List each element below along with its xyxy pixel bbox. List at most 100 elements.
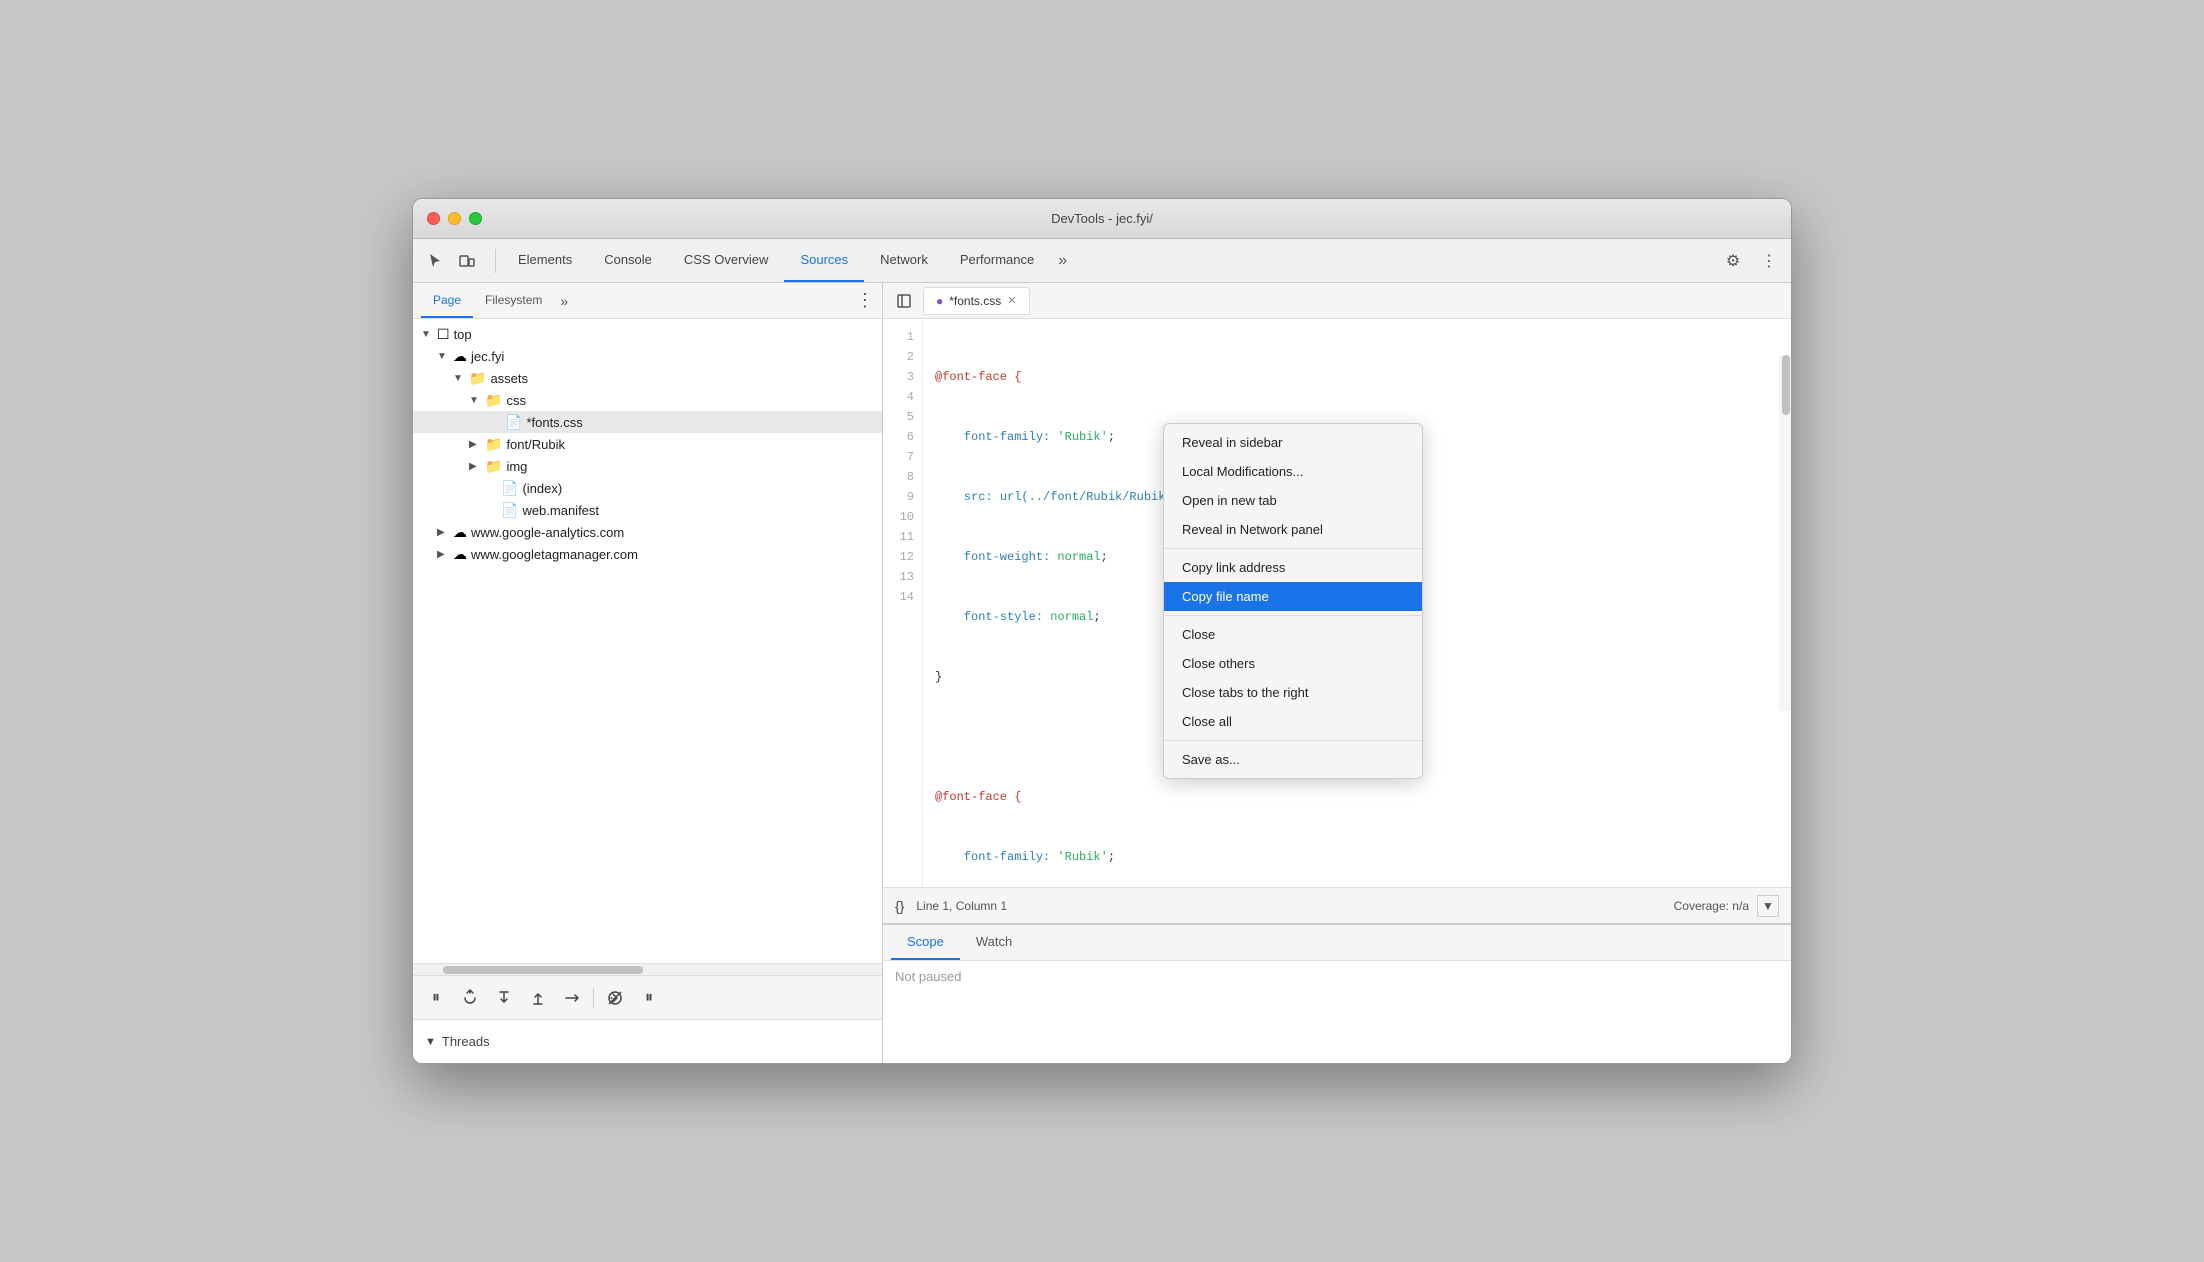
menu-divider-1 — [1164, 548, 1422, 549]
settings-icon[interactable]: ⚙ — [1719, 247, 1747, 275]
menu-item-close-tabs-right[interactable]: Close tabs to the right — [1164, 678, 1422, 707]
debug-toolbar: ⏸ — [413, 975, 882, 1019]
tab-page[interactable]: Page — [421, 283, 473, 318]
scope-content: Not paused — [883, 961, 1791, 1063]
menu-item-reveal-sidebar[interactable]: Reveal in sidebar — [1164, 428, 1422, 457]
tree-item-font-rubik[interactable]: ▶ 📁 font/Rubik — [413, 433, 882, 455]
tree-arrow: ▼ — [421, 329, 437, 340]
code-line-8: @font-face { — [935, 787, 1791, 807]
folder-icon: 📁 — [485, 392, 502, 409]
menu-item-open-new-tab[interactable]: Open in new tab — [1164, 486, 1422, 515]
tree-label-analytics: www.google-analytics.com — [471, 525, 624, 540]
fullscreen-button[interactable] — [469, 212, 482, 225]
traffic-lights — [427, 212, 482, 225]
tree-label-fonts-css: *fonts.css — [526, 415, 582, 430]
sidebar-toggle-button[interactable] — [891, 288, 917, 314]
tab-performance[interactable]: Performance — [944, 239, 1050, 282]
tab-scope[interactable]: Scope — [891, 925, 960, 960]
toolbar-icons — [421, 247, 481, 275]
device-toggle-icon[interactable] — [453, 247, 481, 275]
scrollbar-thumb — [1782, 355, 1790, 415]
titlebar: DevTools - jec.fyi/ — [413, 199, 1791, 239]
menu-divider-3 — [1164, 740, 1422, 741]
panel-tabs: Page Filesystem » ⋮ — [413, 283, 882, 319]
tab-network[interactable]: Network — [864, 239, 944, 282]
step-over-button[interactable] — [457, 985, 483, 1011]
menu-item-save-as[interactable]: Save as... — [1164, 745, 1422, 774]
step-into-button[interactable] — [491, 985, 517, 1011]
step-button[interactable] — [559, 985, 585, 1011]
status-bar: {} Line 1, Column 1 Coverage: n/a ▼ — [883, 887, 1791, 923]
tab-watch[interactable]: Watch — [960, 925, 1028, 960]
tab-css-overview[interactable]: CSS Overview — [668, 239, 785, 282]
devtools-menu-icon[interactable]: ⋮ — [1755, 247, 1783, 275]
menu-item-copy-filename[interactable]: Copy file name — [1164, 582, 1422, 611]
menu-item-local-modifications[interactable]: Local Modifications... — [1164, 457, 1422, 486]
tab-console[interactable]: Console — [588, 239, 668, 282]
editor-tab-label: *fonts.css — [949, 294, 1001, 308]
close-button[interactable] — [427, 212, 440, 225]
tree-arrow: ▼ — [437, 351, 453, 362]
pause-button[interactable]: ⏸ — [423, 985, 449, 1011]
horizontal-scrollbar[interactable] — [413, 963, 882, 975]
devtools-body: Page Filesystem » ⋮ ▼ ☐ top ▼ ☁ jec.fyi — [413, 283, 1791, 1063]
tree-item-manifest[interactable]: 📄 web.manifest — [413, 499, 882, 521]
tree-label-css: css — [506, 393, 526, 408]
context-menu: Reveal in sidebar Local Modifications...… — [1163, 423, 1423, 779]
toolbar-right: ⚙ ⋮ — [1719, 247, 1783, 275]
cloud-icon: ☁ — [453, 546, 467, 563]
tab-filesystem[interactable]: Filesystem — [473, 283, 554, 318]
minimize-button[interactable] — [448, 212, 461, 225]
file-tree: ▼ ☐ top ▼ ☁ jec.fyi ▼ 📁 assets — [413, 319, 882, 963]
tree-label-jec: jec.fyi — [471, 349, 504, 364]
code-line-1: @font-face { — [935, 367, 1791, 387]
step-out-button[interactable] — [525, 985, 551, 1011]
more-panel-tabs[interactable]: » — [554, 293, 574, 309]
coverage-label: Coverage: n/a — [1674, 899, 1749, 913]
more-tabs-button[interactable]: » — [1050, 252, 1075, 270]
tree-label-img: img — [506, 459, 527, 474]
pretty-print-button[interactable]: {} — [895, 898, 904, 914]
tab-sources[interactable]: Sources — [784, 239, 864, 282]
cursor-icon[interactable] — [421, 247, 449, 275]
cursor-position: Line 1, Column 1 — [916, 899, 1673, 913]
tree-item-assets[interactable]: ▼ 📁 assets — [413, 367, 882, 389]
menu-item-close[interactable]: Close — [1164, 620, 1422, 649]
tree-item-index[interactable]: 📄 (index) — [413, 477, 882, 499]
toolbar-separator — [495, 249, 496, 273]
menu-item-close-all[interactable]: Close all — [1164, 707, 1422, 736]
tree-item-analytics[interactable]: ▶ ☁ www.google-analytics.com — [413, 521, 882, 543]
chevron-down-icon: ▼ — [1762, 899, 1774, 913]
menu-item-reveal-network[interactable]: Reveal in Network panel — [1164, 515, 1422, 544]
tree-item-fonts-css[interactable]: 📄 *fonts.css — [413, 411, 882, 433]
coverage-dropdown-button[interactable]: ▼ — [1757, 895, 1779, 917]
tree-item-gtm[interactable]: ▶ ☁ www.googletagmanager.com — [413, 543, 882, 565]
threads-label: Threads — [442, 1034, 490, 1049]
right-panel: ● *fonts.css ✕ 1 2 3 4 5 6 7 8 9 10 — [883, 283, 1791, 1063]
toolbar-separator — [593, 988, 594, 1008]
scrollbar-thumb — [443, 966, 643, 974]
not-paused-label: Not paused — [895, 969, 962, 984]
folder-icon: 📁 — [469, 370, 486, 387]
cloud-icon: ☁ — [453, 524, 467, 541]
tab-close-button[interactable]: ✕ — [1007, 294, 1016, 307]
nav-tabs: Elements Console CSS Overview Sources Ne… — [502, 239, 1719, 282]
tree-item-top[interactable]: ▼ ☐ top — [413, 323, 882, 345]
deactivate-breakpoints-button[interactable] — [602, 985, 628, 1011]
tree-item-jec[interactable]: ▼ ☁ jec.fyi — [413, 345, 882, 367]
tab-elements[interactable]: Elements — [502, 239, 588, 282]
pause-on-exception-button[interactable]: ⏸ — [636, 985, 662, 1011]
tree-item-img[interactable]: ▶ 📁 img — [413, 455, 882, 477]
line-numbers: 1 2 3 4 5 6 7 8 9 10 11 12 13 14 — [883, 319, 923, 887]
tree-label-index: (index) — [522, 481, 562, 496]
panel-menu-icon[interactable]: ⋮ — [856, 290, 874, 311]
scope-watch-tabs: Scope Watch — [883, 925, 1791, 961]
menu-item-copy-link[interactable]: Copy link address — [1164, 553, 1422, 582]
editor-tab-fonts-css[interactable]: ● *fonts.css ✕ — [923, 287, 1030, 315]
tree-item-css[interactable]: ▼ 📁 css — [413, 389, 882, 411]
vertical-scrollbar[interactable] — [1779, 355, 1791, 711]
css-file-icon: 📄 — [505, 414, 522, 431]
cloud-icon: ☁ — [453, 348, 467, 365]
menu-item-close-others[interactable]: Close others — [1164, 649, 1422, 678]
threads-section[interactable]: ▼ Threads — [413, 1019, 882, 1063]
